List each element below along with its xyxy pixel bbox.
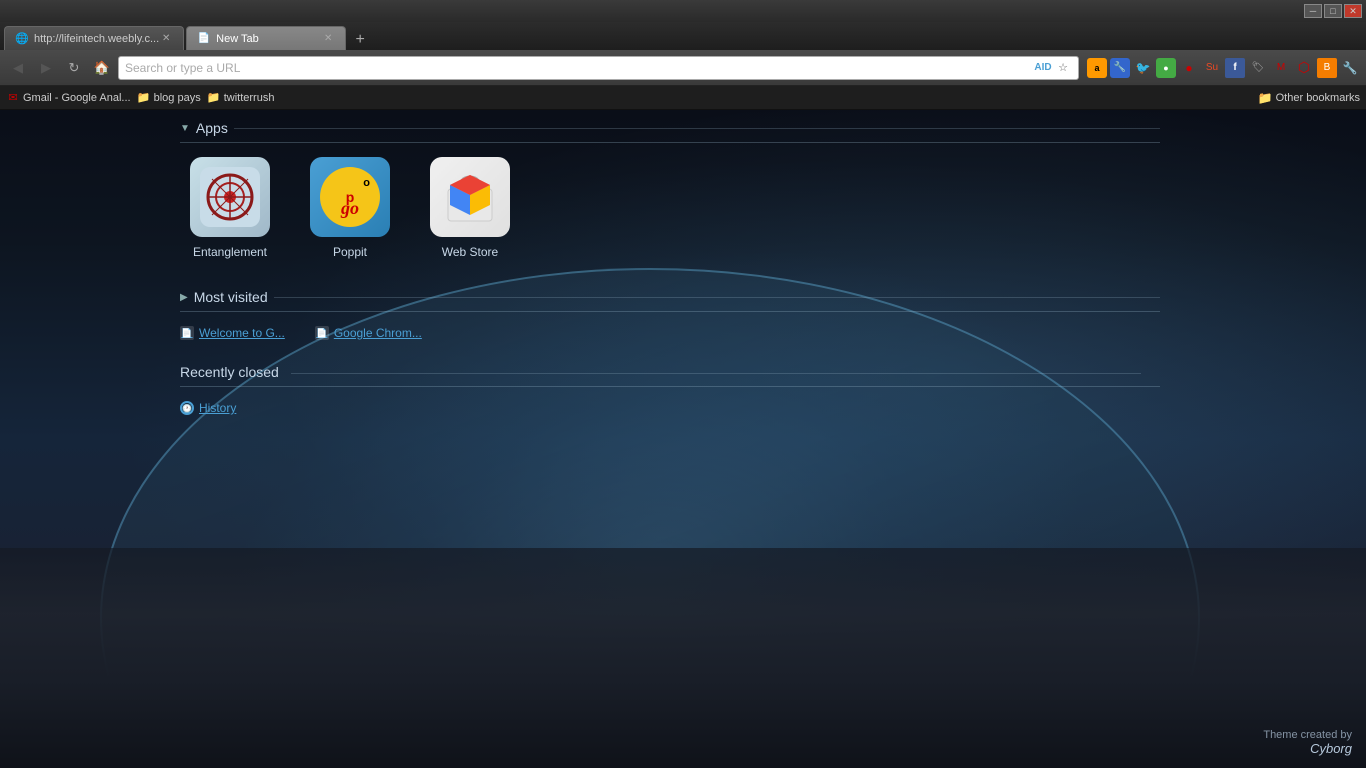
new-tab-button[interactable]: + — [348, 30, 372, 50]
apps-section-header[interactable]: ▼ Apps — [180, 120, 1160, 143]
poppit-label: Poppit — [333, 245, 367, 259]
ext-icon-red[interactable]: ⬡ — [1294, 58, 1314, 78]
most-visited-arrow: ▶ — [180, 292, 188, 303]
tab-lifeintech[interactable]: 🌐 http://lifeintech.weebly.c... ✕ — [4, 26, 184, 50]
back-button[interactable]: ◀ — [6, 56, 30, 80]
other-bookmarks-icon: 📁 — [1258, 91, 1273, 105]
apps-arrow: ▼ — [180, 123, 190, 134]
ground-platform — [0, 548, 1366, 768]
ext-icon-2[interactable]: ● — [1156, 58, 1176, 78]
tab-favicon-active: 📄 — [197, 32, 211, 46]
recently-closed-section: Recently closed 🕐 History — [180, 364, 1160, 415]
amazon-icon[interactable]: a — [1087, 58, 1107, 78]
tab-label-active: New Tab — [216, 33, 259, 45]
ext-icon-3[interactable]: ● — [1179, 58, 1199, 78]
tab-label: http://lifeintech.weebly.c... — [34, 33, 159, 45]
twitterrush-favicon: 📁 — [207, 91, 221, 105]
history-label: History — [199, 401, 236, 415]
most-visited-header[interactable]: ▶ Most visited — [180, 289, 1160, 312]
address-icons: AID ☆ — [1034, 59, 1072, 77]
tab-close-active-btn[interactable]: ✕ — [321, 32, 335, 46]
theme-credit-line1: Theme created by — [1263, 729, 1352, 741]
tab-bar: 🌐 http://lifeintech.weebly.c... ✕ 📄 New … — [0, 22, 1366, 50]
poppit-icon: p o go — [310, 157, 390, 237]
page-content: ▼ Apps — [180, 120, 1160, 435]
close-button[interactable]: ✕ — [1344, 4, 1362, 18]
webstore-label: Web Store — [442, 245, 498, 259]
most-visited-label: Most visited — [194, 289, 268, 305]
tab-newtab[interactable]: 📄 New Tab ✕ — [186, 26, 346, 50]
app-poppit[interactable]: p o go Poppit — [300, 157, 400, 259]
main-content: ▼ Apps — [0, 110, 1366, 768]
wrench-icon[interactable]: 🔧 — [1340, 58, 1360, 78]
webstore-svg — [440, 167, 500, 227]
visited-links: 📄 Welcome to G... 📄 Google Chrom... — [180, 326, 1160, 340]
apps-section-line — [234, 128, 1160, 129]
bookmark-twitterrush-label: twitterrush — [224, 92, 275, 104]
most-visited-section: ▶ Most visited 📄 Welcome to G... 📄 Googl… — [180, 289, 1160, 340]
entanglement-icon — [190, 157, 270, 237]
home-button[interactable]: 🏠 — [90, 56, 114, 80]
minimize-button[interactable]: ─ — [1304, 4, 1322, 18]
bookmarks-bar: ✉ Gmail - Google Anal... 📁 blog pays 📁 t… — [0, 86, 1366, 110]
ald-icon: AID — [1034, 59, 1052, 77]
bookmark-blogpays[interactable]: 📁 blog pays — [137, 91, 201, 105]
history-link[interactable]: 🕐 History — [180, 401, 1160, 415]
visited-link-1[interactable]: 📄 Welcome to G... — [180, 326, 285, 340]
tab-favicon: 🌐 — [15, 32, 29, 46]
gmail-icon[interactable]: M — [1271, 58, 1291, 78]
theme-credit-line2: Cyborg — [1263, 741, 1352, 756]
blogpays-favicon: 📁 — [137, 91, 151, 105]
webstore-icon — [430, 157, 510, 237]
recently-closed-label: Recently closed — [180, 364, 279, 380]
address-text: Search or type a URL — [125, 61, 1034, 75]
most-visited-line — [274, 297, 1160, 298]
apps-grid: Entanglement p o go Poppit — [180, 157, 1160, 259]
apps-section: ▼ Apps — [180, 120, 1160, 259]
theme-credit: Theme created by Cyborg — [1263, 729, 1352, 756]
visited-link-2[interactable]: 📄 Google Chrom... — [315, 326, 422, 340]
visited-favicon-1: 📄 — [180, 326, 194, 340]
title-bar: ─ □ ✕ — [0, 0, 1366, 22]
toolbar-icons: a 🔧 🐦 ● ● Su f 🏷 M ⬡ B 🔧 — [1083, 58, 1360, 78]
nav-bar: ◀ ▶ ↻ 🏠 Search or type a URL AID ☆ a 🔧 🐦… — [0, 50, 1366, 86]
entanglement-label: Entanglement — [193, 245, 267, 259]
twitter-icon[interactable]: 🐦 — [1133, 58, 1153, 78]
reload-button[interactable]: ↻ — [62, 56, 86, 80]
facebook-icon[interactable]: f — [1225, 58, 1245, 78]
visited-favicon-2: 📄 — [315, 326, 329, 340]
bookmark-gmail-label: Gmail - Google Anal... — [23, 92, 131, 104]
recently-closed-header: Recently closed — [180, 364, 1160, 387]
ext-icon-1[interactable]: 🔧 — [1110, 58, 1130, 78]
app-webstore[interactable]: Web Store — [420, 157, 520, 259]
bookmark-blogpays-label: blog pays — [154, 92, 201, 104]
recently-closed-line — [291, 373, 1141, 374]
maximize-button[interactable]: □ — [1324, 4, 1342, 18]
poppit-inner: p o go — [320, 167, 380, 227]
tag-icon[interactable]: 🏷 — [1248, 58, 1268, 78]
gmail-bookmark-favicon: ✉ — [6, 91, 20, 105]
visited-link-1-label: Welcome to G... — [199, 326, 285, 340]
app-entanglement[interactable]: Entanglement — [180, 157, 280, 259]
entanglement-svg — [200, 167, 260, 227]
history-icon: 🕐 — [180, 401, 194, 415]
forward-button[interactable]: ▶ — [34, 56, 58, 80]
bookmark-twitterrush[interactable]: 📁 twitterrush — [207, 91, 275, 105]
visited-link-2-label: Google Chrom... — [334, 326, 422, 340]
stumbleupon-icon[interactable]: Su — [1202, 58, 1222, 78]
star-icon[interactable]: ☆ — [1054, 59, 1072, 77]
bookmark-gmail[interactable]: ✉ Gmail - Google Anal... — [6, 91, 131, 105]
address-bar[interactable]: Search or type a URL AID ☆ — [118, 56, 1079, 80]
other-bookmarks-label[interactable]: Other bookmarks — [1276, 92, 1360, 104]
blogger-icon[interactable]: B — [1317, 58, 1337, 78]
apps-section-label: Apps — [196, 120, 228, 136]
tab-close-btn[interactable]: ✕ — [159, 32, 173, 46]
bookmarks-right: 📁 Other bookmarks — [1258, 91, 1360, 105]
